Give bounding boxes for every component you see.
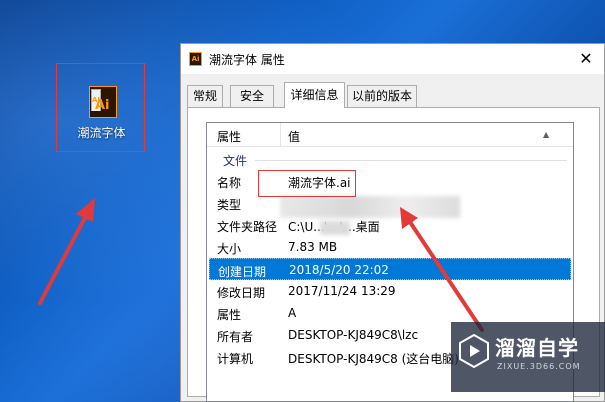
arrow-to-desktop-icon — [38, 198, 95, 305]
tab-details[interactable]: 详细信息 — [284, 82, 345, 108]
watermark-logo-icon — [459, 334, 489, 368]
watermark-url: ZIXUE.3D66.COM — [497, 362, 581, 371]
watermark: 溜溜自学 ZIXUE.3D66.COM — [451, 322, 605, 392]
arrow-to-name-value — [400, 207, 484, 332]
watermark-brand: 溜溜自学 — [495, 336, 579, 360]
